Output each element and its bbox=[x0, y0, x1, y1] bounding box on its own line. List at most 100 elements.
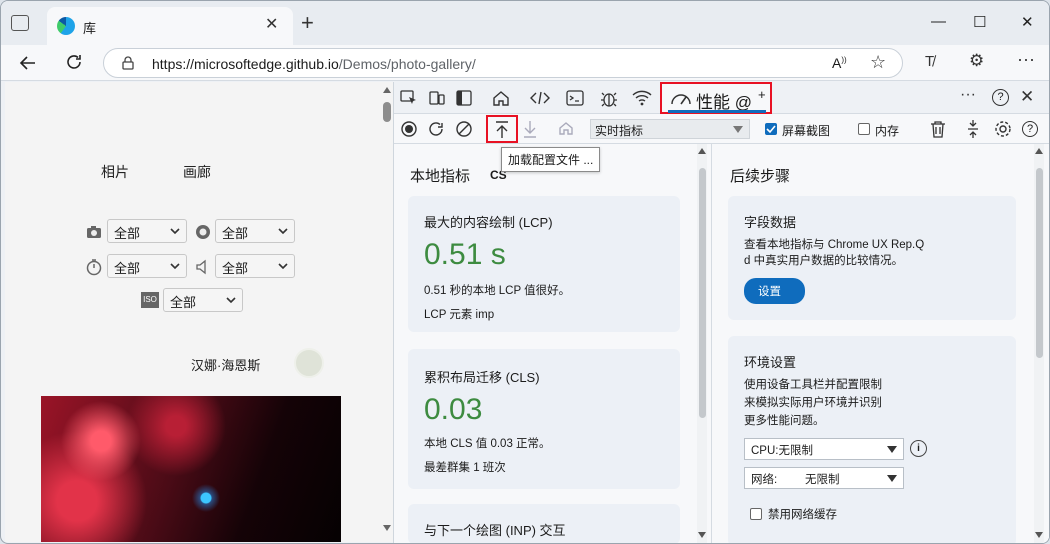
cls-worst-cluster[interactable]: 最差群集 1 班次 bbox=[424, 459, 506, 475]
chevron-down-icon bbox=[170, 228, 180, 235]
field-data-card: 字段数据 查看本地指标与 Chrome UX Rep.Q d 中真实用户数据的比… bbox=[728, 196, 1016, 320]
camera-filter-select[interactable]: 全部 bbox=[107, 219, 187, 243]
clear-icon[interactable] bbox=[456, 121, 472, 137]
scroll-down-icon[interactable] bbox=[382, 524, 392, 532]
help-icon[interactable]: ? bbox=[992, 89, 1009, 106]
device-emulation-icon[interactable] bbox=[428, 89, 446, 107]
inspect-icon[interactable] bbox=[400, 90, 418, 106]
disable-cache-checkbox[interactable] bbox=[750, 508, 762, 520]
more-menu-icon[interactable]: ··· bbox=[1017, 49, 1035, 70]
network-throttle-select[interactable]: 网络: 无限制 bbox=[744, 467, 904, 489]
left-pane-scroll-thumb[interactable] bbox=[699, 168, 706, 418]
devtools-more-icon[interactable]: ··· bbox=[960, 86, 976, 104]
sources-bug-icon[interactable] bbox=[600, 88, 618, 108]
network-throttle-label: 网络: bbox=[751, 474, 778, 486]
tab-title: 库 bbox=[83, 21, 97, 36]
minimize-button[interactable]: — bbox=[931, 13, 946, 30]
aperture-filter-value: 全部 bbox=[222, 226, 249, 241]
nav-link-photos[interactable]: 相片 bbox=[101, 162, 129, 182]
back-icon[interactable] bbox=[19, 54, 37, 72]
edge-logo-icon bbox=[57, 17, 75, 35]
tab-close-icon[interactable]: ✕ bbox=[265, 17, 278, 33]
iso-filter-select[interactable]: 全部 bbox=[163, 288, 243, 312]
maximize-button[interactable]: ☐ bbox=[973, 13, 986, 31]
avatar[interactable] bbox=[294, 348, 324, 378]
reload-record-icon[interactable] bbox=[428, 121, 444, 137]
screenshot-checkbox[interactable] bbox=[765, 123, 777, 135]
chevron-down-icon bbox=[278, 263, 288, 270]
toolbar-help-icon[interactable]: ? bbox=[1022, 121, 1038, 137]
record-icon[interactable] bbox=[401, 121, 417, 137]
iso-icon: ISO bbox=[141, 292, 159, 308]
load-profile-button[interactable] bbox=[486, 115, 518, 143]
devtools-close-icon[interactable]: ✕ bbox=[1020, 87, 1034, 107]
more-tools-plus-icon[interactable]: + bbox=[758, 87, 766, 102]
environment-line1: 使用设备工具栏并配置限制 bbox=[744, 379, 882, 391]
collapse-icon[interactable] bbox=[967, 119, 979, 139]
web-page: 相片 画廊 全部 全部 全部 全部 ISO 全部 汉娜·海恩斯 bbox=[5, 82, 393, 542]
download-icon[interactable] bbox=[523, 120, 537, 138]
aperture-icon bbox=[196, 225, 210, 239]
chevron-down-icon bbox=[170, 263, 180, 270]
scroll-down-icon[interactable] bbox=[698, 532, 706, 538]
extensions-icon[interactable]: ⚙ bbox=[969, 51, 984, 71]
environment-title: 环境设置 bbox=[744, 355, 797, 370]
performance-toolbar: 实时指标 屏幕截图 内存 ? bbox=[394, 114, 1049, 144]
camera-filter-value: 全部 bbox=[114, 226, 141, 241]
page-scroll-thumb[interactable] bbox=[383, 102, 391, 122]
cls-card: 累积布局迁移 (CLS) 0.03 本地 CLS 值 0.03 正常。 最差群集… bbox=[408, 349, 680, 489]
scroll-up-icon[interactable] bbox=[698, 148, 706, 154]
lcp-element[interactable]: LCP 元素 imp bbox=[424, 306, 494, 322]
network-wifi-icon[interactable] bbox=[632, 90, 652, 106]
page-scrollbar[interactable] bbox=[379, 82, 393, 542]
dock-icon[interactable] bbox=[456, 90, 472, 106]
tab-actions-icon[interactable] bbox=[11, 15, 29, 31]
recording-select-value: 实时指标 bbox=[595, 124, 644, 138]
new-tab-icon[interactable]: + bbox=[301, 12, 314, 34]
read-aloud-icon[interactable]: A)) bbox=[832, 55, 847, 71]
browser-tab[interactable]: 库 ✕ bbox=[47, 7, 293, 45]
setup-button[interactable]: 设置 bbox=[744, 278, 805, 304]
console-icon[interactable] bbox=[566, 89, 584, 107]
settings-gear-icon[interactable] bbox=[994, 120, 1012, 138]
left-pane-scrollbar[interactable] bbox=[697, 144, 707, 543]
lcp-title: 最大的内容绘制 (LCP) bbox=[424, 215, 553, 230]
shutter-filter-select[interactable]: 全部 bbox=[107, 254, 187, 278]
aperture-filter-select[interactable]: 全部 bbox=[215, 219, 295, 243]
browser-essentials-icon[interactable]: T̸ bbox=[925, 53, 934, 70]
right-pane-scroll-thumb[interactable] bbox=[1036, 168, 1043, 358]
screenshot-label: 屏幕截图 bbox=[782, 124, 831, 138]
cpu-throttle-select[interactable]: CPU:无限制 bbox=[744, 438, 904, 460]
memory-label: 内存 bbox=[875, 124, 900, 138]
welcome-home-icon[interactable] bbox=[492, 89, 510, 107]
scroll-up-icon[interactable] bbox=[382, 86, 392, 94]
nav-link-gallery[interactable]: 画廊 bbox=[183, 162, 211, 182]
trash-icon[interactable] bbox=[930, 120, 946, 138]
favorite-icon[interactable]: ☆ bbox=[870, 52, 886, 73]
memory-checkbox[interactable] bbox=[858, 123, 870, 135]
exposure-filter-select[interactable]: 全部 bbox=[215, 254, 295, 278]
local-metrics-title: 本地指标 bbox=[410, 168, 471, 185]
close-button[interactable]: ✕ bbox=[1021, 13, 1034, 31]
url-field[interactable]: https://microsoftedge.github.io/Demos/ph… bbox=[103, 48, 903, 78]
url-path: /Demos/photo-gallery/ bbox=[338, 56, 476, 72]
right-pane-scrollbar[interactable] bbox=[1034, 144, 1044, 543]
tab-performance[interactable]: 性能 @ + bbox=[660, 82, 772, 114]
elements-icon[interactable] bbox=[530, 90, 550, 106]
info-icon[interactable]: i bbox=[910, 440, 927, 457]
scroll-down-icon[interactable] bbox=[1035, 532, 1043, 538]
cls-title: 累积布局迁移 (CLS) bbox=[424, 370, 540, 385]
scroll-up-icon[interactable] bbox=[1035, 148, 1043, 154]
speaker-icon bbox=[196, 259, 206, 275]
devtools-panel: 性能 @ + ··· ? ✕ 实时指标 屏幕截图 内存 ? 本地指标 CS 最大… bbox=[393, 82, 1049, 543]
author-name[interactable]: 汉娜·海恩斯 bbox=[191, 355, 260, 374]
refresh-icon[interactable] bbox=[65, 53, 83, 71]
recording-select[interactable]: 实时指标 bbox=[590, 119, 750, 139]
iso-filter-value: 全部 bbox=[170, 295, 197, 310]
gallery-photo[interactable] bbox=[41, 396, 341, 542]
home-icon[interactable] bbox=[558, 120, 574, 136]
address-bar: https://microsoftedge.github.io/Demos/ph… bbox=[1, 45, 1049, 81]
load-profile-tooltip: 加载配置文件 ... bbox=[501, 147, 601, 172]
dropdown-arrow-icon bbox=[887, 475, 897, 482]
lock-icon[interactable] bbox=[122, 56, 134, 70]
